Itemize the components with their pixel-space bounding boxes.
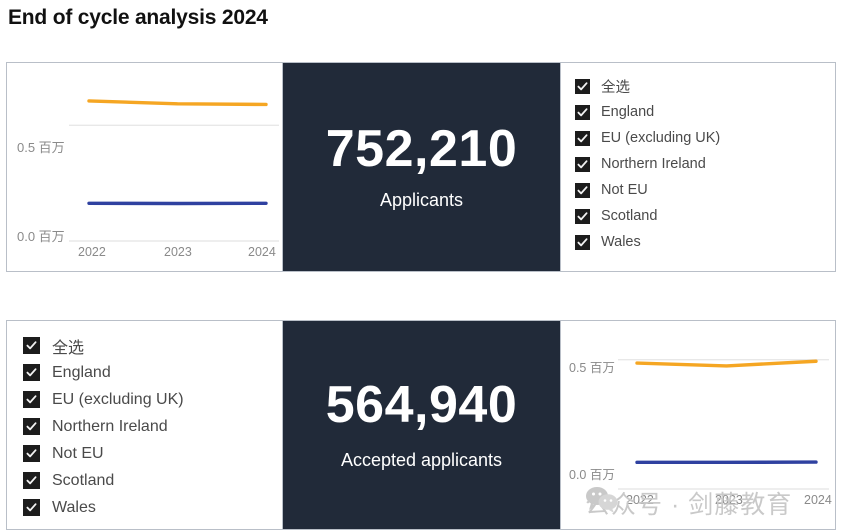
- filter-item-label: Scotland: [52, 471, 115, 489]
- filter-item-label: Wales: [601, 234, 641, 250]
- series-line: [87, 99, 268, 107]
- filter-item-label: 全选: [601, 79, 630, 96]
- filter-item-label: 全选: [52, 339, 85, 357]
- filter-item-not-eu[interactable]: Not EU: [23, 440, 282, 467]
- series-line: [635, 359, 818, 368]
- page-title: End of cycle analysis 2024: [8, 6, 268, 29]
- chart-gridlines: [618, 358, 829, 490]
- filter-item-scotland[interactable]: Scotland: [23, 467, 282, 494]
- accepted-applicants-card: 全选 England EU (excluding UK) Northern Irela…: [6, 320, 836, 530]
- checkbox-checked-icon[interactable]: [575, 208, 590, 224]
- y-tick-label-upper: 0.5 百万: [17, 140, 65, 155]
- filter-item-wales[interactable]: Wales: [575, 229, 835, 255]
- checkbox-checked-icon[interactable]: [23, 391, 40, 408]
- chart-gridlines: [69, 124, 279, 242]
- accepted-filter-panel: 全选 England EU (excluding UK) Northern Irela…: [7, 321, 282, 529]
- accepted-applicants-trend-chart: 0.5 百万 0.0 百万 2022 2023 2024 公众号 · 剑藤教育: [561, 321, 835, 529]
- region-filter-list: 全选 England EU (excluding UK) Northern Irela…: [561, 63, 835, 255]
- checkbox-checked-icon[interactable]: [23, 499, 40, 516]
- y-tick-label-upper: 0.5 百万: [569, 361, 615, 375]
- kpi-label: Accepted applicants: [340, 450, 503, 471]
- filter-item-not-eu[interactable]: Not EU: [575, 177, 835, 203]
- filter-item-northern-ireland[interactable]: Northern Ireland: [575, 151, 835, 177]
- filter-item-eu-excluding-uk[interactable]: EU (excluding UK): [23, 386, 282, 413]
- x-tick-label-2024: 2024: [804, 493, 832, 507]
- checkbox-checked-icon[interactable]: [575, 156, 590, 172]
- y-tick-label-lower: 0.0 百万: [569, 468, 615, 482]
- checkbox-checked-icon[interactable]: [23, 445, 40, 462]
- checkbox-checked-icon[interactable]: [23, 472, 40, 489]
- x-tick-label-2024: 2024: [248, 245, 276, 259]
- filter-item-label: EU (excluding UK): [601, 130, 721, 146]
- checkbox-checked-icon[interactable]: [575, 234, 590, 250]
- x-tick-label-2022: 2022: [626, 493, 654, 507]
- checkbox-checked-icon[interactable]: [23, 337, 40, 354]
- checkbox-checked-icon[interactable]: [575, 78, 590, 94]
- kpi-value: 564,940: [325, 375, 518, 434]
- filter-item-label: England: [52, 363, 111, 381]
- filter-item-northern-ireland[interactable]: Northern Ireland: [23, 413, 282, 440]
- x-tick-label-2022: 2022: [78, 245, 106, 259]
- filter-item-label: Not EU: [52, 444, 104, 462]
- y-tick-label-lower: 0.0 百万: [17, 229, 65, 244]
- checkbox-checked-icon[interactable]: [23, 364, 40, 381]
- kpi-label: Applicants: [379, 190, 464, 211]
- filter-item-wales[interactable]: Wales: [23, 494, 282, 521]
- chart-series: [635, 359, 818, 465]
- filter-item-[interactable]: 全选: [23, 332, 282, 359]
- filter-item-label: Northern Ireland: [52, 417, 168, 435]
- filter-item-england[interactable]: England: [575, 99, 835, 125]
- chart-canvas: [618, 358, 829, 490]
- checkbox-checked-icon[interactable]: [575, 104, 590, 120]
- chart-series: [87, 99, 268, 206]
- accepted-kpi-panel: 564,940 Accepted applicants: [283, 321, 560, 529]
- checkbox-checked-icon[interactable]: [575, 130, 590, 146]
- filter-item-label: Not EU: [601, 182, 648, 198]
- applicants-filter-panel: 全选 England EU (excluding UK) Northern Irela…: [561, 63, 835, 271]
- x-tick-label-2023: 2023: [164, 245, 192, 259]
- kpi-value: 752,210: [325, 119, 518, 178]
- filter-item-eu-excluding-uk[interactable]: EU (excluding UK): [575, 125, 835, 151]
- checkbox-checked-icon[interactable]: [23, 418, 40, 435]
- x-tick-label-2023: 2023: [715, 493, 743, 507]
- applicants-chart-panel: 0.5 百万 0.0 百万 2022 2023 2024: [7, 63, 282, 271]
- applicants-kpi-panel: 752,210 Applicants: [283, 63, 560, 271]
- filter-item-label: Wales: [52, 498, 96, 516]
- filter-item-label: Scotland: [601, 208, 658, 224]
- filter-item-scotland[interactable]: Scotland: [575, 203, 835, 229]
- filter-item-england[interactable]: England: [23, 359, 282, 386]
- accepted-chart-panel: 0.5 百万 0.0 百万 2022 2023 2024 公众号 · 剑藤教育: [561, 321, 835, 529]
- dashboard-page: End of cycle analysis 2024 0.5 百万 0.0 百万…: [0, 0, 842, 532]
- filter-item-label: EU (excluding UK): [52, 390, 184, 408]
- filter-item-[interactable]: 全选: [575, 73, 835, 99]
- applicants-card: 0.5 百万 0.0 百万 2022 2023 2024 752,210 App…: [6, 62, 836, 272]
- filter-item-label: Northern Ireland: [601, 156, 706, 172]
- region-filter-list: 全选 England EU (excluding UK) Northern Irela…: [7, 321, 282, 521]
- filter-item-label: England: [601, 104, 655, 120]
- checkbox-checked-icon[interactable]: [575, 182, 590, 198]
- applicants-trend-chart: 0.5 百万 0.0 百万 2022 2023 2024: [7, 63, 282, 271]
